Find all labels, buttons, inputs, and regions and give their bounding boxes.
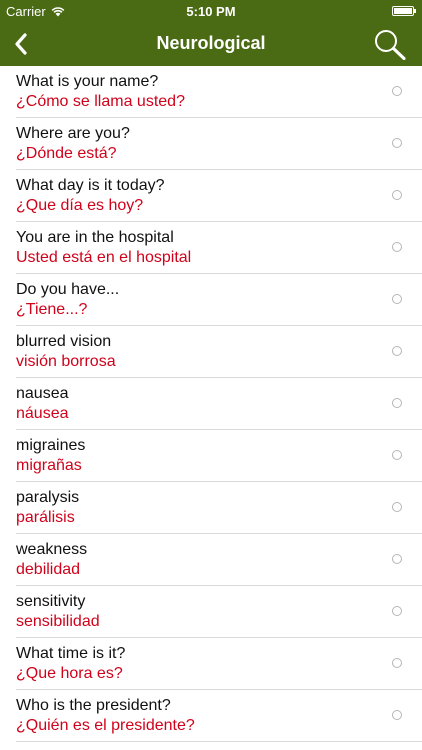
phrase-spanish: Usted está en el hospital xyxy=(16,249,192,266)
radio-circle-icon[interactable] xyxy=(392,294,402,304)
radio-circle-icon[interactable] xyxy=(392,242,402,252)
phrase-row[interactable]: weakness debilidad xyxy=(16,534,422,586)
phrase-row[interactable]: migraines migrañas xyxy=(16,430,422,482)
radio-circle-icon[interactable] xyxy=(392,398,402,408)
phrase-spanish: ¿Que día es hoy? xyxy=(16,197,144,214)
phrase-english: What time is it? xyxy=(16,645,126,662)
phrase-english: You are in the hospital xyxy=(16,229,174,246)
phrase-english: migraines xyxy=(16,437,86,454)
phrase-english: paralysis xyxy=(16,489,80,506)
phrase-spanish: náusea xyxy=(16,405,69,422)
radio-circle-icon[interactable] xyxy=(392,346,402,356)
radio-circle-icon[interactable] xyxy=(392,502,402,512)
phrase-spanish: parálisis xyxy=(16,509,75,526)
phrase-english: blurred vision xyxy=(16,333,112,350)
phrase-spanish: ¿Dónde está? xyxy=(16,145,117,162)
phrase-spanish: migrañas xyxy=(16,457,82,474)
status-time: 5:10 PM xyxy=(186,4,236,19)
phrase-english: sensitivity xyxy=(16,593,86,610)
phrase-spanish: debilidad xyxy=(16,561,81,578)
phrase-row[interactable]: sensitivity sensibilidad xyxy=(16,586,422,638)
radio-circle-icon[interactable] xyxy=(392,450,402,460)
phrase-row[interactable]: nausea náusea xyxy=(16,378,422,430)
phrase-spanish: ¿Cómo se llama usted? xyxy=(16,93,185,110)
phrase-spanish: sensibilidad xyxy=(16,613,100,630)
radio-circle-icon[interactable] xyxy=(392,606,402,616)
radio-circle-icon[interactable] xyxy=(392,190,402,200)
phrase-row[interactable]: What is your name? ¿Cómo se llama usted? xyxy=(16,66,422,118)
search-button[interactable] xyxy=(370,26,410,62)
radio-circle-icon[interactable] xyxy=(392,554,402,564)
battery-icon xyxy=(392,6,416,16)
navigation-bar: Neurological xyxy=(0,22,422,66)
phrase-row[interactable]: blurred vision visión borrosa xyxy=(16,326,422,378)
phrase-row[interactable]: What time is it? ¿Que hora es? xyxy=(16,638,422,690)
phrase-english: weakness xyxy=(16,541,88,558)
phrase-row[interactable]: You are in the hospital Usted está en el … xyxy=(16,222,422,274)
phrase-row[interactable]: What day is it today? ¿Que día es hoy? xyxy=(16,170,422,222)
phrase-spanish: visión borrosa xyxy=(16,353,116,370)
phrase-row[interactable]: Where are you? ¿Dónde está? xyxy=(16,118,422,170)
magnifier-icon xyxy=(375,30,406,60)
phrase-english: nausea xyxy=(16,385,69,402)
phrase-english: What is your name? xyxy=(16,73,159,90)
radio-circle-icon[interactable] xyxy=(392,86,402,96)
phrase-english: What day is it today? xyxy=(16,177,165,194)
phrase-spanish: ¿Tiene...? xyxy=(16,301,88,318)
radio-circle-icon[interactable] xyxy=(392,138,402,148)
phrase-row[interactable]: Do you have... ¿Tiene...? xyxy=(16,274,422,326)
status-bar: Carrier 5:10 PM xyxy=(0,0,422,22)
phrase-spanish: ¿Que hora es? xyxy=(16,665,123,682)
phrase-row[interactable]: paralysis parálisis xyxy=(16,482,422,534)
phrase-list: What is your name? ¿Cómo se llama usted? W… xyxy=(0,66,422,742)
page-title: Neurological xyxy=(156,33,266,53)
phrase-spanish: ¿Quién es el presidente? xyxy=(16,717,195,734)
phrase-english: Where are you? xyxy=(16,125,130,142)
phrase-english: Do you have... xyxy=(16,281,120,298)
phrase-row[interactable]: Who is the president? ¿Quién es el presid… xyxy=(16,690,422,742)
radio-circle-icon[interactable] xyxy=(392,658,402,668)
radio-circle-icon[interactable] xyxy=(392,710,402,720)
phrase-english: Who is the president? xyxy=(16,697,171,714)
